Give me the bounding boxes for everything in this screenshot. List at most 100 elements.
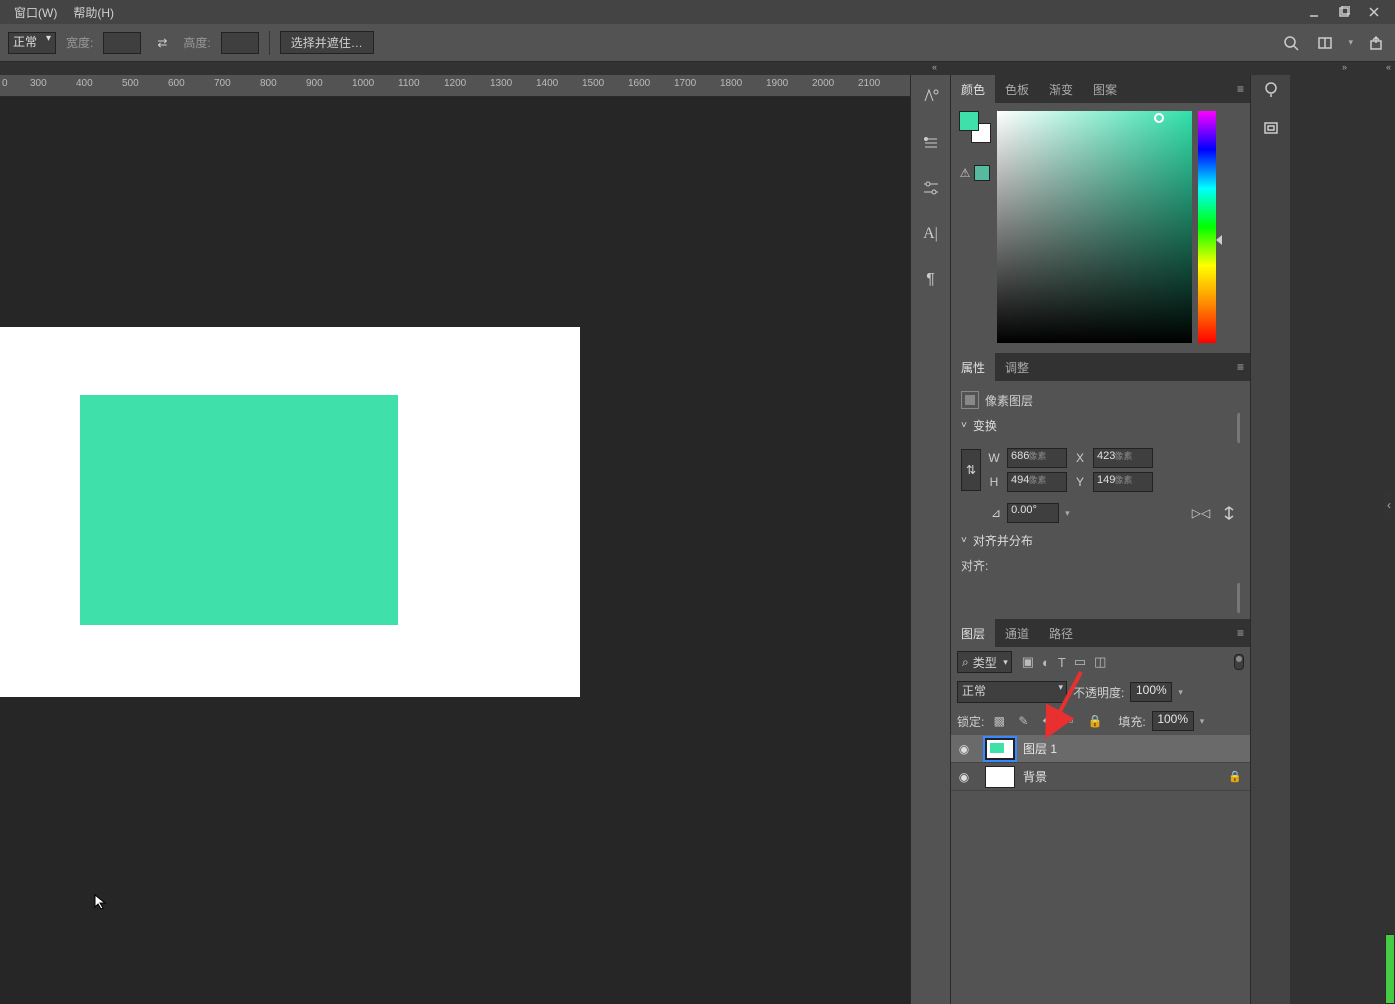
ruler-horizontal[interactable]: 0 300 400 500 600 700 800 900 1000 1100 … [0, 75, 910, 97]
angle-chevron-icon[interactable]: ▾ [1065, 508, 1070, 519]
brushes-icon[interactable] [916, 127, 946, 157]
panels-column: 颜色 色板 渐变 图案 ≡ ⚠ [950, 75, 1250, 1004]
lock-icon: 🔒 [1228, 770, 1242, 783]
lock-label: 锁定: [957, 713, 984, 730]
libraries-icon[interactable] [1260, 117, 1282, 139]
hue-handle-icon[interactable] [1216, 235, 1222, 245]
ruler-tick: 1500 [582, 78, 604, 89]
layers-panel: ⌕ 类型 ▣ ◐ T ▭ ◫ 正常 不透明度: 100% ▾ 锁定: [951, 647, 1250, 1004]
collapse-panels-icon[interactable]: » [1342, 62, 1347, 72]
saturation-value-picker[interactable] [997, 111, 1192, 343]
height-input[interactable] [221, 32, 259, 54]
filter-adjust-icon[interactable]: ◐ [1042, 655, 1050, 670]
select-and-mask-button[interactable]: 选择并遮住… [280, 31, 374, 54]
lock-position-icon[interactable]: ✥ [1038, 712, 1056, 730]
menu-help[interactable]: 帮助(H) [65, 2, 122, 23]
lock-pixels-icon[interactable]: ✎ [1014, 712, 1032, 730]
ruler-tick: 600 [168, 78, 185, 89]
foreground-swatch[interactable] [959, 111, 979, 131]
visibility-toggle-icon[interactable]: ◉ [951, 742, 977, 756]
layer-filter-kind[interactable]: ⌕ 类型 [957, 651, 1012, 673]
brush-settings-icon[interactable] [916, 81, 946, 111]
workspace-chevron-icon[interactable]: ▾ [1348, 37, 1353, 48]
layer-thumbnail[interactable] [985, 738, 1015, 760]
lock-artboard-icon[interactable]: ▫ [1062, 712, 1080, 730]
tab-layers[interactable]: 图层 [951, 619, 995, 647]
y-value-input[interactable]: 149 像素 [1093, 472, 1153, 492]
visibility-toggle-icon[interactable]: ◉ [951, 770, 977, 784]
edge-flyout-icon[interactable]: ‹ [1383, 490, 1395, 520]
tab-patterns[interactable]: 图案 [1083, 75, 1127, 103]
safe-color-swatch[interactable] [974, 165, 990, 181]
height-value-input[interactable]: 494 像素 [1007, 472, 1067, 492]
tips-icon[interactable] [1260, 79, 1282, 101]
collapse-tools-icon[interactable]: « [932, 62, 937, 72]
share-icon[interactable] [1365, 32, 1387, 54]
adjustments-icon[interactable] [916, 173, 946, 203]
fg-bg-swatch[interactable] [959, 111, 991, 143]
workspace-icon[interactable] [1314, 32, 1336, 54]
collapse-strip-icon[interactable]: « [1386, 62, 1391, 72]
fill-input[interactable]: 100% [1152, 711, 1194, 731]
minimize-button[interactable] [1299, 2, 1329, 22]
close-button[interactable] [1359, 2, 1389, 22]
height-label: 高度: [183, 34, 210, 51]
filter-pixel-icon[interactable]: ▣ [1022, 654, 1034, 670]
align-header[interactable]: 对齐并分布 [961, 528, 1240, 553]
canvas-area[interactable] [0, 97, 910, 1004]
tab-gradients[interactable]: 渐变 [1039, 75, 1083, 103]
opacity-input[interactable]: 100% [1130, 682, 1172, 702]
list-item[interactable]: ◉ 图层 1 [951, 735, 1250, 763]
tab-channels[interactable]: 通道 [995, 619, 1039, 647]
lock-aspect-icon[interactable]: ⇅ [961, 449, 981, 491]
width-value-input[interactable]: 686 像素 [1007, 448, 1067, 468]
tab-color[interactable]: 颜色 [951, 75, 995, 103]
layer-thumbnail[interactable] [985, 766, 1015, 788]
blend-mode-select[interactable]: 正常 [8, 32, 56, 54]
filter-shape-icon[interactable]: ▭ [1074, 654, 1086, 670]
list-item[interactable]: ◉ 背景 🔒 [951, 763, 1250, 791]
fill-chevron-icon[interactable]: ▾ [1200, 716, 1205, 727]
color-panel-menu-icon[interactable]: ≡ [1231, 82, 1250, 96]
scrollbar-vertical[interactable] [1385, 934, 1395, 1004]
ruler-tick: 1800 [720, 78, 742, 89]
toolstrip: A| ¶ [910, 75, 950, 1004]
layer-name[interactable]: 背景 [1023, 768, 1047, 785]
filter-type-icon[interactable]: T [1058, 655, 1066, 670]
ruler-tick: 700 [214, 78, 231, 89]
ruler-tick: 300 [30, 78, 47, 89]
lock-all-icon[interactable]: 🔒 [1086, 712, 1104, 730]
lock-transparent-icon[interactable]: ▩ [990, 712, 1008, 730]
filter-smartobj-icon[interactable]: ◫ [1094, 654, 1106, 670]
paragraph-icon[interactable]: ¶ [916, 265, 946, 295]
filter-toggle[interactable] [1234, 654, 1244, 670]
layer-name[interactable]: 图层 1 [1023, 740, 1057, 757]
tab-properties[interactable]: 属性 [951, 353, 995, 381]
width-input[interactable] [103, 32, 141, 54]
ruler-tick: 1300 [490, 78, 512, 89]
transform-header[interactable]: 变换 [961, 413, 1240, 438]
flip-horizontal-icon[interactable]: ▷◁ [1190, 502, 1212, 524]
character-icon[interactable]: A| [916, 219, 946, 249]
menu-window[interactable]: 窗口(W) [6, 2, 65, 23]
hue-slider[interactable] [1198, 111, 1216, 343]
search-icon[interactable] [1280, 32, 1302, 54]
properties-panel-menu-icon[interactable]: ≡ [1231, 360, 1250, 374]
warning-icon[interactable]: ⚠ [960, 166, 971, 180]
tab-swatches[interactable]: 色板 [995, 75, 1039, 103]
layer-blend-select[interactable]: 正常 [957, 681, 1067, 703]
ruler-tick: 0 [2, 78, 8, 89]
maximize-button[interactable] [1329, 2, 1359, 22]
tab-adjustments[interactable]: 调整 [995, 353, 1039, 381]
angle-input[interactable]: 0.00° [1007, 503, 1059, 523]
ruler-tick: 800 [260, 78, 277, 89]
properties-panel-tabs: 属性 调整 ≡ [951, 353, 1250, 381]
layers-panel-menu-icon[interactable]: ≡ [1231, 626, 1250, 640]
swap-dimensions-icon[interactable]: ⇄ [151, 32, 173, 54]
ruler-tick: 900 [306, 78, 323, 89]
align-label: 对齐: [961, 557, 988, 574]
y-label: Y [1073, 475, 1087, 489]
x-value-input[interactable]: 423 像素 [1093, 448, 1153, 468]
tab-paths[interactable]: 路径 [1039, 619, 1083, 647]
opacity-chevron-icon[interactable]: ▾ [1178, 687, 1183, 698]
